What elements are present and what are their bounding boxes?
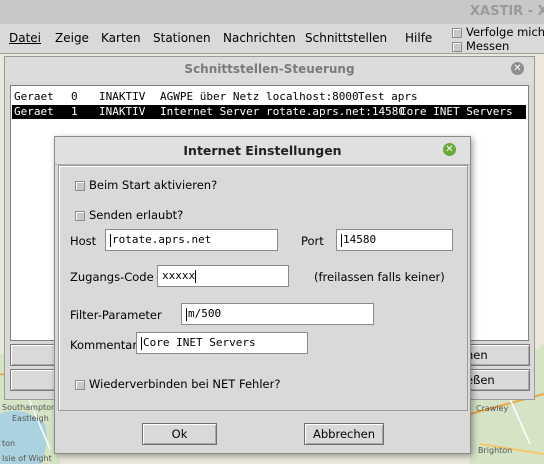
activate-on-start-option[interactable]: Beim Start aktivieren? [75, 178, 217, 192]
internet-settings-form: Beim Start aktivieren? Senden erlaubt? H… [58, 165, 468, 411]
passcode-hint: (freilassen falls keiner) [314, 270, 445, 284]
map-label-eastleigh: Eastleigh [12, 414, 49, 423]
interface-row-1[interactable]: Geraet 1 INAKTIV Internet Server rotate.… [12, 105, 526, 119]
menu-karten-label: Karten [101, 31, 141, 45]
messen-label: Messen [466, 39, 510, 53]
host-label: Host [70, 234, 97, 248]
close-icon[interactable]: ✕ [511, 62, 524, 75]
cancel-button-label: Abbrechen [313, 427, 375, 441]
map-label-southampton: Southampton [2, 403, 57, 412]
close-icon[interactable]: ✕ [443, 143, 456, 156]
comment-input[interactable]: Core INET Servers [136, 332, 308, 354]
menu-datei-label: Datei [9, 31, 42, 45]
cancel-button[interactable]: Abbrechen [304, 423, 384, 445]
row-number: 1 [71, 105, 78, 118]
menu-nachrichten[interactable]: Nachrichten [223, 31, 296, 45]
filter-value: m/500 [188, 307, 222, 320]
reconnect-checkbox[interactable] [75, 379, 85, 390]
reconnect-label: Wiederverbinden bei NET Fehler? [89, 377, 281, 391]
messen-checkbox[interactable] [452, 41, 462, 52]
map-label-ton: ton [2, 439, 16, 448]
map-label-brighton: Brighton [478, 446, 513, 455]
menu-stationen[interactable]: Stationen [153, 31, 211, 45]
menu-nachrichten-label: Nachrichten [223, 31, 296, 45]
reconnect-option[interactable]: Wiederverbinden bei NET Fehler? [75, 377, 280, 391]
dialog-button-row: Ok Abbrechen [58, 413, 466, 449]
passcode-label: Zugangs-Code [70, 270, 154, 284]
transmit-allowed-option[interactable]: Senden erlaubt? [75, 208, 183, 222]
row-device: Geraet [14, 90, 54, 103]
internet-settings-title: Internet Einstellungen [183, 143, 342, 158]
row-device: Geraet [14, 105, 54, 118]
row-status: INAKTIV [99, 105, 146, 118]
row-number: 0 [71, 90, 78, 103]
activate-on-start-label: Beim Start aktivieren? [89, 178, 218, 192]
row-comment: Test aprs [358, 90, 418, 103]
main-window-titlebar: XASTIR - X A [0, 0, 544, 24]
internet-settings-dialog: Internet Einstellungen ✕ Beim Start akti… [54, 136, 471, 454]
menu-hilfe[interactable]: Hilfe [405, 31, 432, 45]
text-caret [186, 307, 187, 321]
activate-on-start-checkbox[interactable] [75, 180, 85, 191]
row-description: Internet Server rotate.aprs.net:14580 [160, 105, 406, 118]
passcode-input[interactable]: xxxxx [157, 265, 289, 287]
interface-button-left-top[interactable] [10, 344, 58, 366]
map-label-isle-of-wight: Isle of Wight [2, 454, 52, 463]
text-caret [341, 233, 342, 247]
host-input[interactable]: rotate.aprs.net [105, 229, 278, 251]
row-comment: Core INET Servers [400, 105, 513, 118]
toggle-verfolge-mich[interactable]: Verfolge mich [452, 25, 544, 39]
menu-schnittstellen[interactable]: Schnittstellen [305, 31, 387, 45]
filter-input[interactable]: m/500 [181, 303, 374, 325]
port-label: Port [301, 234, 324, 248]
transmit-allowed-label: Senden erlaubt? [89, 208, 184, 222]
comment-value: Core INET Servers [143, 336, 256, 349]
interface-row-0[interactable]: Geraet 0 INAKTIV AGWPE über Netz localho… [12, 90, 526, 104]
comment-label: Kommentar: [70, 338, 141, 352]
menu-schnittstellen-label: Schnittstellen [305, 31, 388, 45]
menu-karten[interactable]: Karten [101, 31, 141, 45]
row-status: INAKTIV [99, 90, 146, 103]
toggle-messen[interactable]: Messen [452, 39, 509, 53]
internet-settings-titlebar: Internet Einstellungen ✕ [55, 137, 470, 165]
menubar: Datei Zeige Karten Stationen Nachrichten… [0, 24, 544, 54]
verfolge-mich-label: Verfolge mich [466, 25, 544, 39]
text-caret [195, 269, 197, 283]
transmit-allowed-checkbox[interactable] [75, 210, 85, 221]
menu-zeige[interactable]: Zeige [55, 31, 89, 45]
interface-button-left-bottom[interactable] [10, 369, 58, 391]
row-description: AGWPE über Netz localhost:8000 [160, 90, 359, 103]
menu-datei[interactable]: Datei [9, 31, 41, 45]
ok-button[interactable]: Ok [142, 423, 217, 445]
ok-button-label: Ok [171, 427, 188, 441]
map-label-crawley: Crawley [476, 404, 509, 413]
menu-stationen-label: Stationen [153, 31, 211, 45]
menu-zeige-label: Zeige [55, 31, 89, 45]
text-caret [141, 336, 142, 350]
interface-button-right-bottom[interactable]: eßen [465, 369, 530, 391]
interface-control-titlebar: Schnittstellen-Steuerung ✕ [5, 57, 534, 82]
filter-label: Filter-Parameter [70, 308, 162, 322]
host-value: rotate.aprs.net [112, 233, 212, 246]
interface-button-right-top[interactable]: hen [465, 344, 530, 366]
passcode-value: xxxxx [162, 269, 196, 282]
text-caret [110, 233, 111, 247]
interface-control-title: Schnittstellen-Steuerung [184, 62, 355, 76]
menu-hilfe-label: Hilfe [405, 31, 433, 45]
main-window-title: XASTIR - X A [470, 4, 544, 19]
port-input[interactable]: 14580 [336, 229, 453, 251]
verfolge-mich-checkbox[interactable] [452, 27, 462, 38]
port-value: 14580 [343, 233, 377, 246]
